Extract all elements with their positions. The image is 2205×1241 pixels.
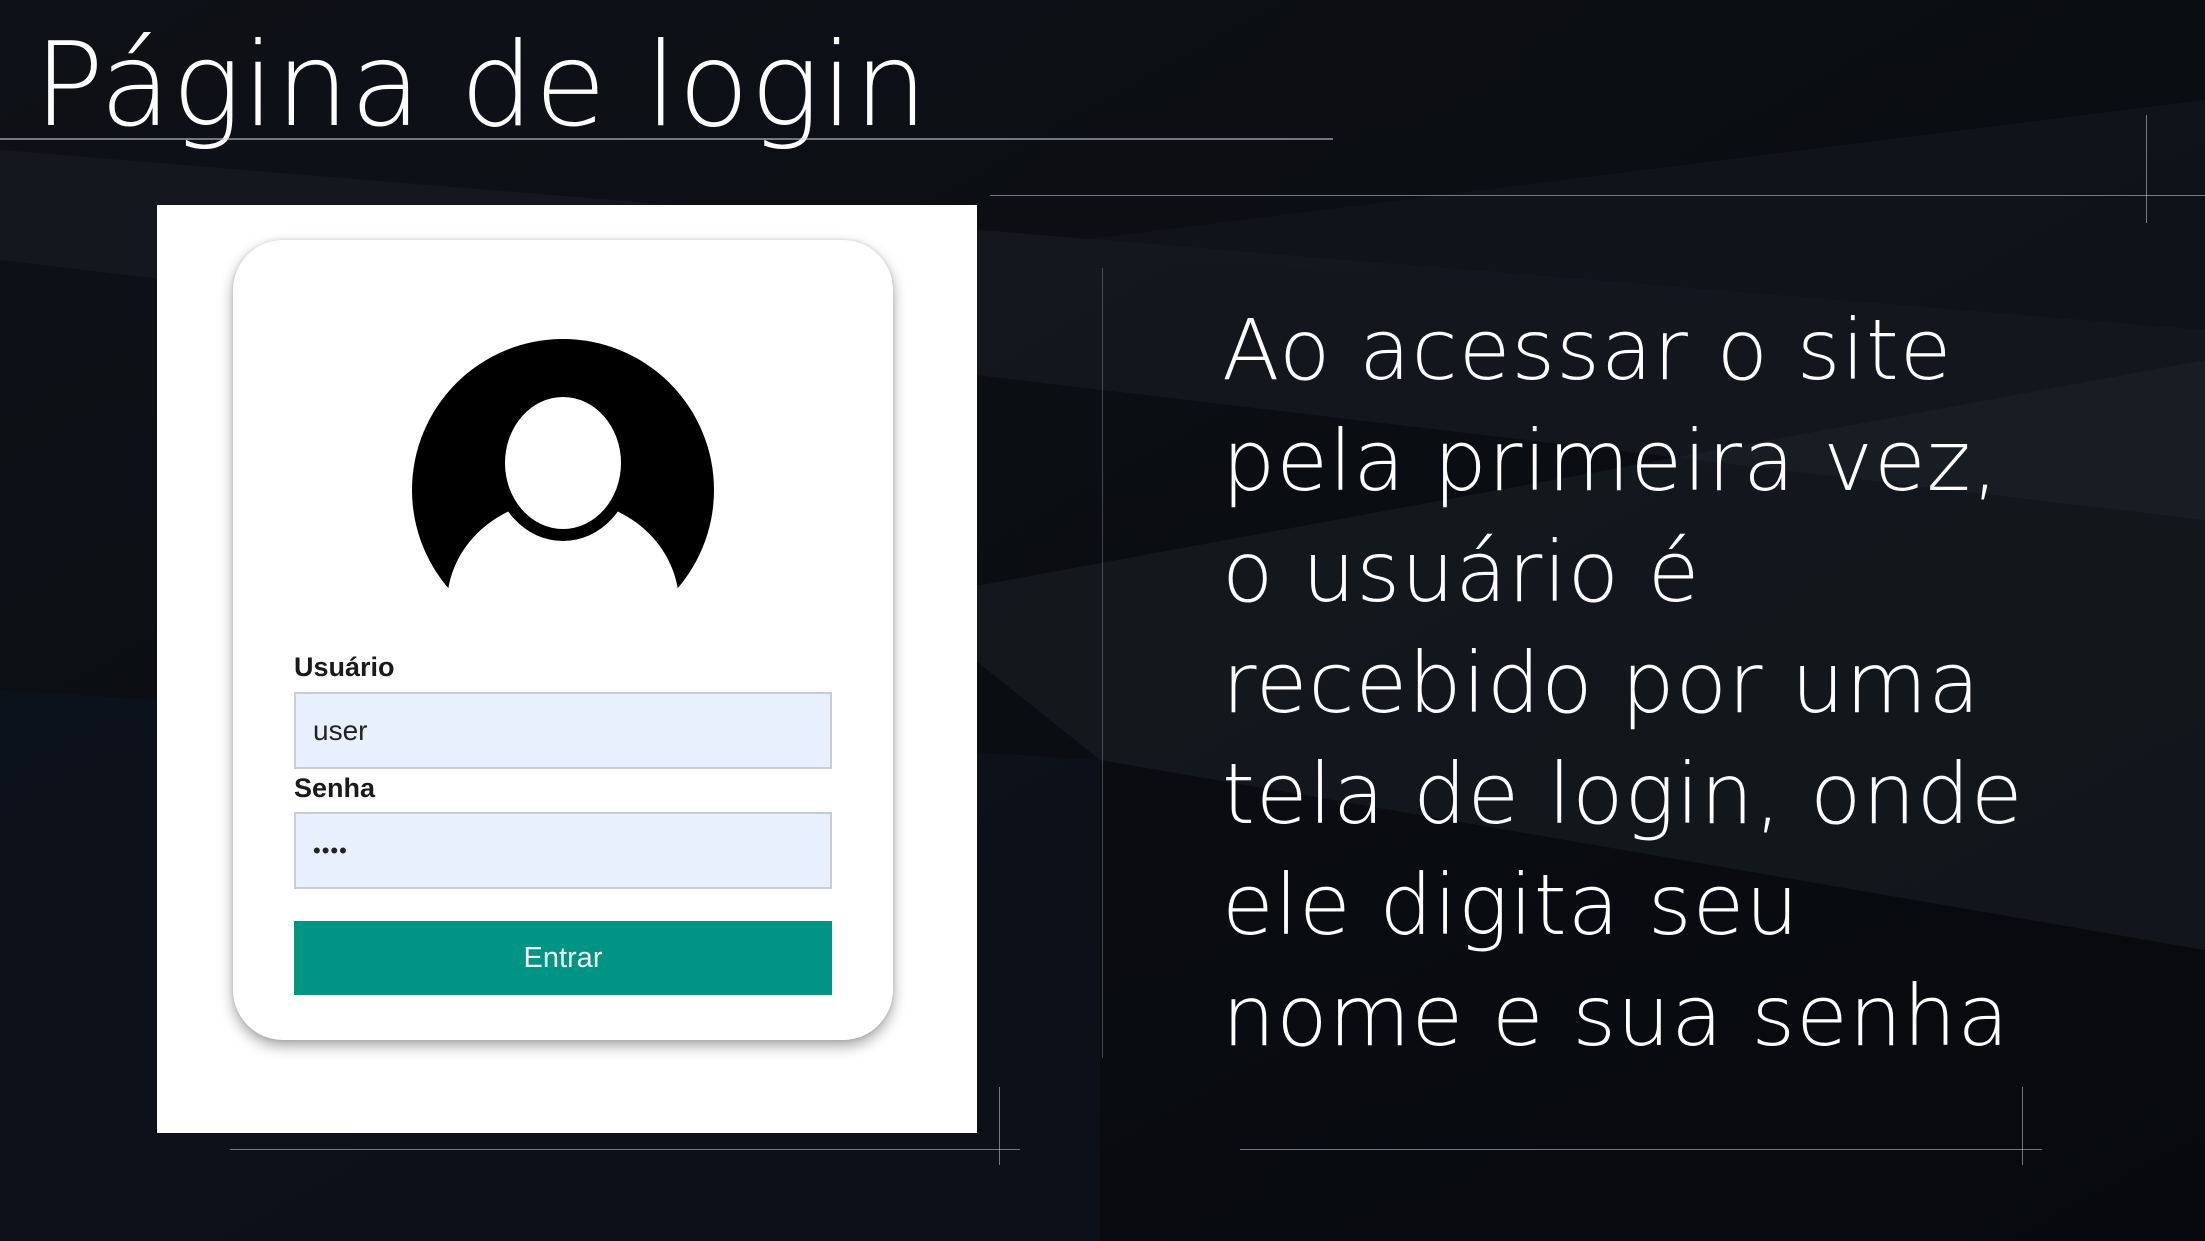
description-text: Ao acessar o site pela primeira vez, o u…: [1222, 295, 2122, 1072]
title-underline: [0, 138, 1333, 140]
slide-title: Página de login: [34, 18, 929, 153]
login-card: Usuário Senha Entrar: [233, 240, 893, 1040]
login-button[interactable]: Entrar: [294, 921, 832, 995]
description-line: recebido por uma: [1222, 634, 1981, 732]
password-input[interactable]: [294, 812, 832, 889]
decorative-line-bottom-right-vertical: [2022, 1087, 2023, 1165]
description-line: nome e sua senha: [1222, 967, 2010, 1065]
decorative-line-bottom-left-vertical: [999, 1087, 1000, 1165]
description-line: pela primeira vez,: [1222, 412, 2000, 510]
decorative-line-top: [990, 195, 2205, 196]
password-label: Senha: [294, 773, 376, 803]
description-line: Ao acessar o site: [1222, 301, 1953, 399]
user-avatar-icon: [412, 339, 714, 594]
decorative-line-bottom-right: [1240, 1149, 2042, 1150]
decorative-line-bottom-left: [230, 1149, 1020, 1150]
description-line: tela de login, onde: [1222, 745, 2024, 843]
description-line: o usuário é: [1222, 523, 1701, 621]
description-line: ele digita seu: [1222, 856, 1800, 954]
username-label: Usuário: [294, 652, 395, 682]
login-screenshot: Usuário Senha Entrar: [157, 205, 977, 1133]
username-input[interactable]: [294, 692, 832, 769]
decorative-line-middle-vertical: [1102, 268, 1103, 1058]
decorative-line-top-vertical: [2146, 115, 2147, 223]
